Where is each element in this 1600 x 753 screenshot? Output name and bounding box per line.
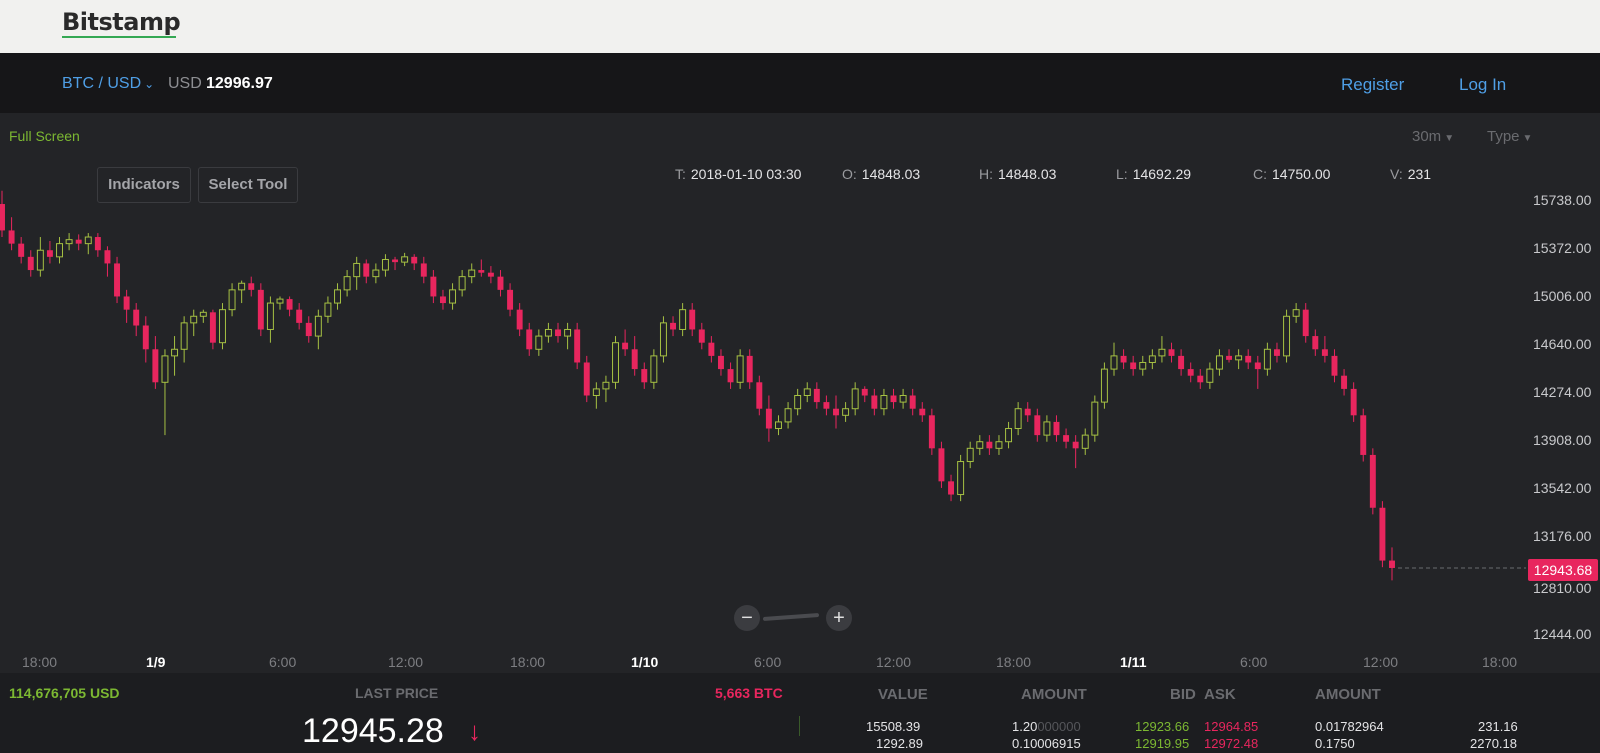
ohlc-close: C: 14750.00 [1253,166,1331,182]
row-value: 15508.39 [866,719,921,734]
row-total: 231.16 [1478,719,1518,734]
arrow-down-icon: ↓ [468,716,481,746]
logo-underline [62,36,176,38]
last-price-value: 12945.28 [302,712,444,750]
row-total: 2270.18 [1470,736,1517,751]
chevron-down-icon: ⌄ [144,77,155,91]
ohlc-high: H: 14848.03 [979,166,1057,182]
y-tick-label: 13542.00 [1533,480,1592,496]
x-tick-label: 1/11 [1120,654,1147,670]
register-link[interactable]: Register [1341,75,1404,95]
col-header-amount: AMOUNT [1315,686,1381,703]
x-tick-label: 18:00 [510,654,546,670]
interval-label: 30m [1412,128,1442,145]
y-tick-label: 14640.00 [1533,336,1592,352]
x-tick-label: 6:00 [269,654,297,670]
row-amount: 0.10006915 [1012,736,1081,751]
zoom-in-button[interactable]: + [826,605,852,631]
row-amount: 1.20000000 [1012,719,1081,734]
x-tick-label: 12:00 [876,654,912,670]
type-label: Type [1487,128,1520,145]
zoom-out-button[interactable]: − [734,605,760,631]
price-currency-label: USD [168,75,202,92]
row-ask[interactable]: 12972.48 [1204,736,1258,751]
row-bid[interactable]: 12919.95 [1135,736,1189,751]
y-tick-label: 14274.00 [1533,384,1592,400]
col-header-ask: ASK [1204,686,1236,703]
indicators-button[interactable]: Indicators [97,167,191,203]
last-price-marker: 12943.68 [1528,559,1598,581]
volume-usd: 114,676,705 USD [9,685,120,701]
ohlc-low: L: 14692.29 [1116,166,1192,182]
caret-down-icon: ▼ [1444,133,1455,144]
x-tick-label: 6:00 [754,654,782,670]
y-tick-label: 13176.00 [1533,528,1592,544]
y-tick-label: 15006.00 [1533,288,1592,304]
login-link[interactable]: Log In [1459,75,1506,95]
x-tick-label: 12:00 [1363,654,1399,670]
row-amount2: 0.1750 [1315,736,1355,751]
last-price-label: LAST PRICE [355,685,439,701]
col-header-bid: BID [1170,686,1196,703]
x-tick-label: 1/9 [146,654,166,670]
interval-dropdown[interactable]: 30m ▼ [1412,128,1454,145]
x-tick-label: 18:00 [22,654,58,670]
current-price: 12996.97 [206,75,273,92]
row-amount2: 0.01782964 [1315,719,1384,734]
ohlc-volume: V: 231 [1390,166,1432,182]
x-tick-label: 12:00 [388,654,424,670]
y-tick-label: 12444.00 [1533,626,1592,642]
row-ask[interactable]: 12964.85 [1204,719,1258,734]
y-tick-label: 15372.00 [1533,240,1592,256]
pair-label: BTC / USD [62,75,142,92]
select-tool-button[interactable]: Select Tool [198,167,298,203]
volume-btc: 5,663 BTC [715,685,783,701]
ohlc-open: O: 14848.03 [842,166,921,182]
caret-down-icon: ▼ [1522,133,1533,144]
bitstamp-logo[interactable]: Bitstamp [62,8,181,36]
x-tick-label: 6:00 [1240,654,1268,670]
x-tick-label: 1/10 [631,654,659,670]
divider [799,716,800,736]
y-tick-label: 12810.00 [1533,580,1592,596]
y-tick-label: 15738.00 [1533,192,1592,208]
row-bid[interactable]: 12923.66 [1135,719,1189,734]
type-dropdown[interactable]: Type ▼ [1487,128,1532,145]
pair-selector[interactable]: BTC / USD ⌄ [62,75,154,93]
y-tick-label: 13908.00 [1533,432,1592,448]
x-tick-label: 18:00 [996,654,1032,670]
col-header-amount: AMOUNT [1021,686,1087,703]
ohlc-time: T: 2018-01-10 03:30 [675,166,802,182]
x-tick-label: 18:00 [1482,654,1518,670]
col-header-value: VALUE [878,686,928,703]
site-header [0,0,1600,53]
full-screen-button[interactable]: Full Screen [9,128,80,144]
bottom-panel [0,673,1600,753]
row-value: 1292.89 [876,736,923,751]
